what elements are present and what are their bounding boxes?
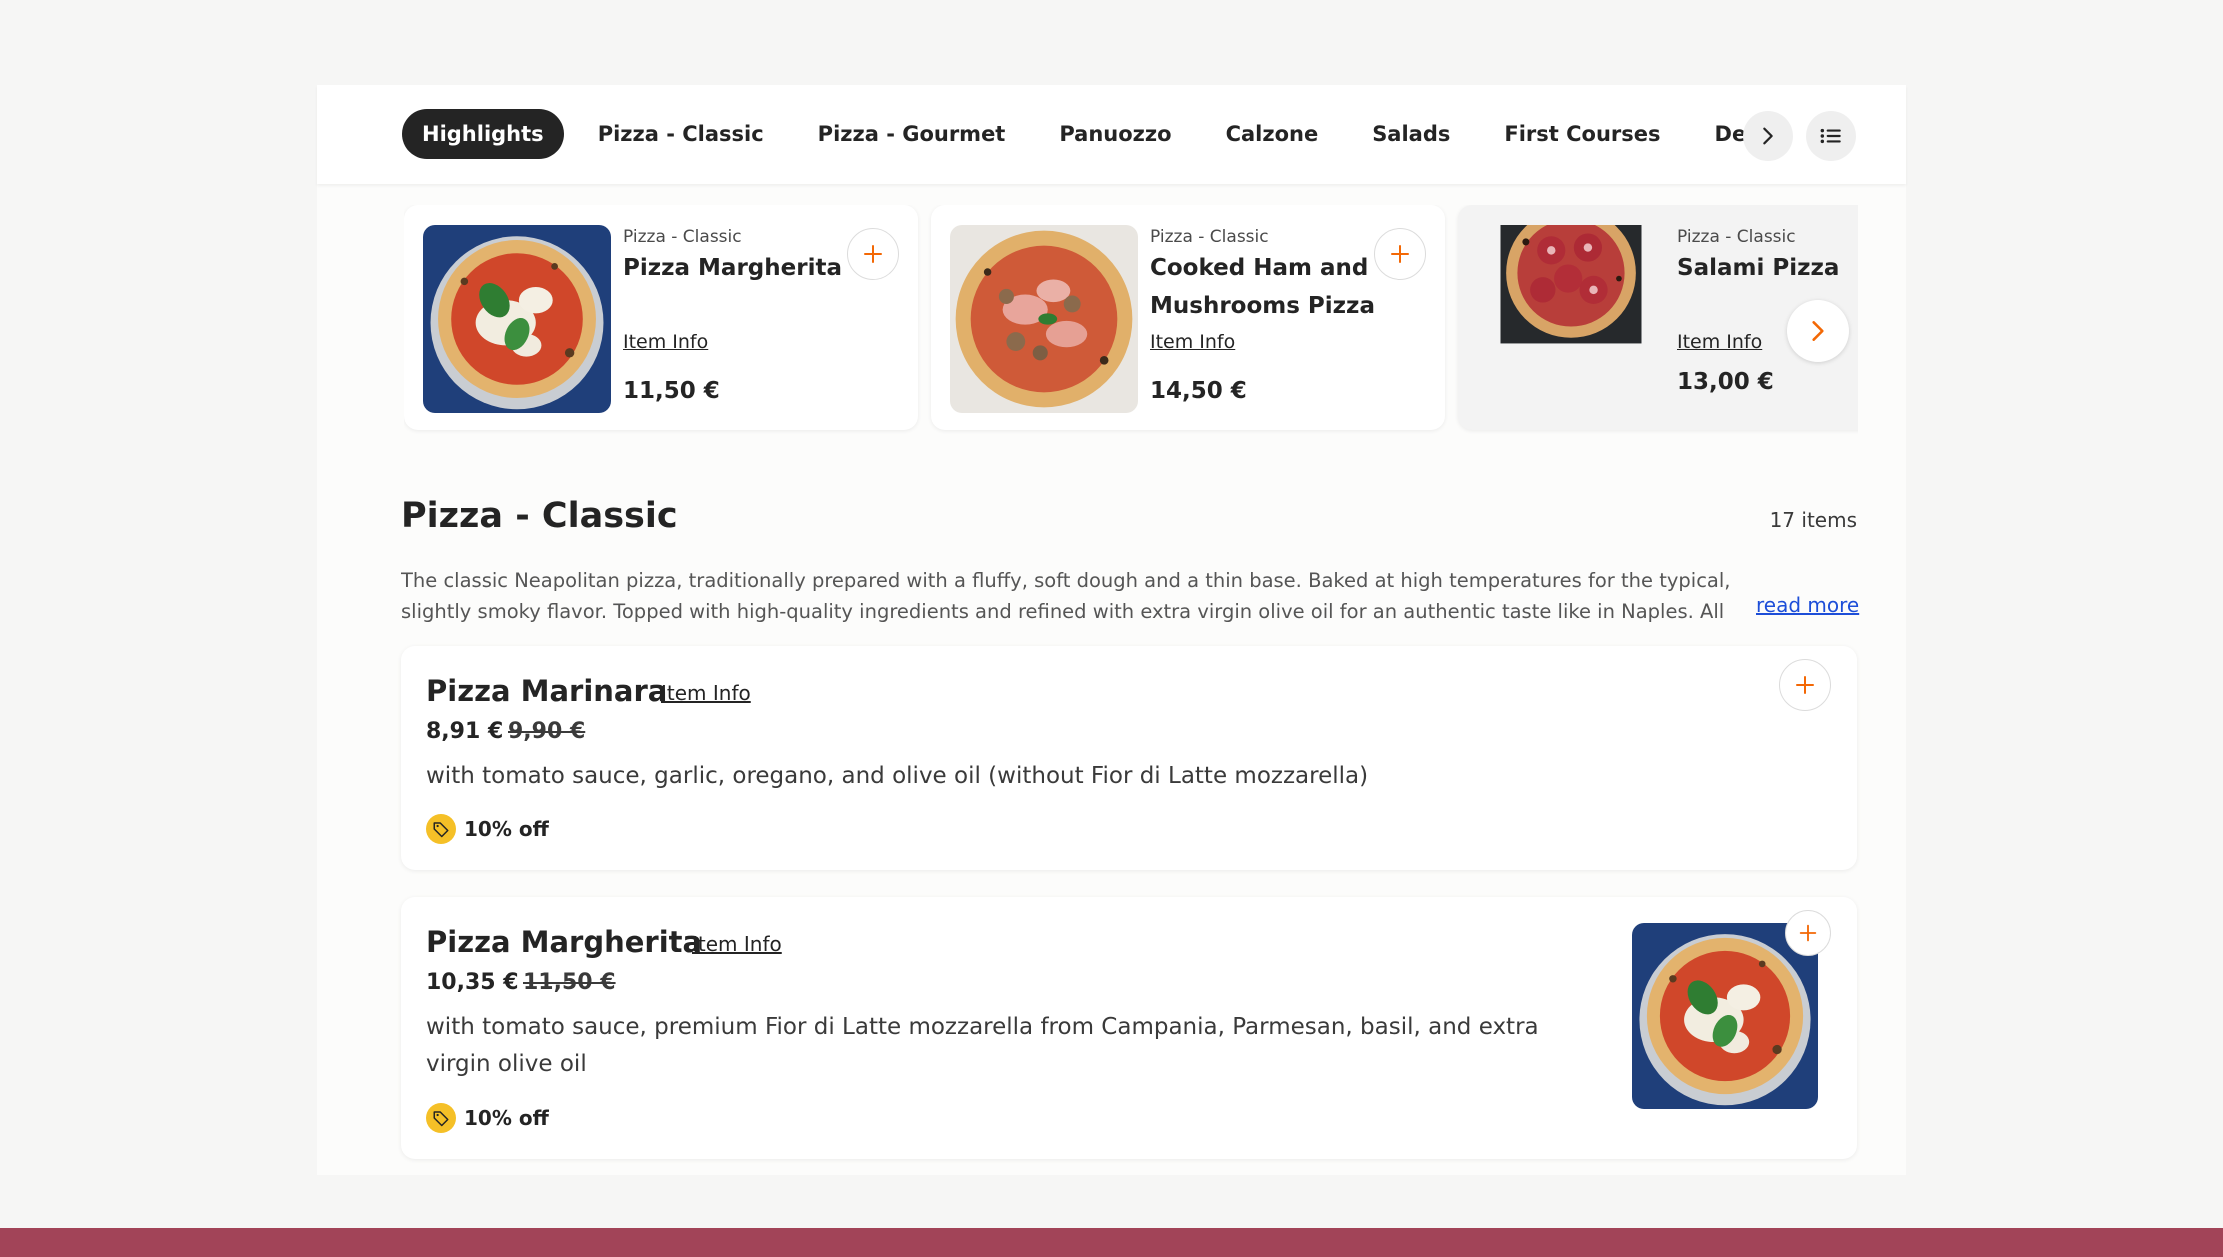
discount-badge: 10% off <box>426 1103 549 1133</box>
highlight-price: 13,00 € <box>1677 369 1774 395</box>
highlight-card[interactable]: Pizza - Classic Cooked Ham and Mushrooms… <box>931 205 1445 430</box>
item-name: Pizza Marinara <box>426 674 668 708</box>
highlight-name: Cooked Ham and Mushrooms Pizza <box>1150 255 1375 319</box>
add-button[interactable] <box>1779 659 1831 711</box>
item-price: 10,35 € <box>426 970 519 995</box>
chevron-right-icon <box>1763 127 1773 145</box>
item-description: with tomato sauce, premium Fior di Latte… <box>426 1014 1539 1077</box>
highlight-price: 11,50 € <box>623 378 720 404</box>
plus-icon <box>1793 673 1817 697</box>
category-list-button[interactable] <box>1806 111 1856 161</box>
discount-label: 10% off <box>464 817 549 841</box>
menu-item-card[interactable]: Pizza Margherita Item Info 10,35 € 11,50… <box>401 897 1857 1159</box>
item-info-link[interactable]: Item Info <box>1150 331 1235 353</box>
tag-icon <box>426 1103 456 1133</box>
highlight-card[interactable]: Pizza - Classic Pizza Margherita Item In… <box>404 205 918 430</box>
discount-badge: 10% off <box>426 814 549 844</box>
section-description: The classic Neapolitan pizza, traditiona… <box>401 569 1731 623</box>
highlight-name: Pizza Margherita <box>623 255 842 281</box>
category-tabs: Highlights Pizza - Classic Pizza - Gourmet… <box>402 108 1752 160</box>
plus-icon <box>861 242 885 266</box>
add-button[interactable] <box>847 228 899 280</box>
highlight-category: Pizza - Classic <box>1677 227 1796 247</box>
item-price: 8,91 € <box>426 719 504 744</box>
read-more-link[interactable]: read more <box>1756 593 1859 617</box>
pizza-ham-image <box>950 225 1138 413</box>
highlight-price: 14,50 € <box>1150 378 1247 404</box>
tab-first-courses[interactable]: First Courses <box>1484 109 1680 159</box>
tab-pizza-gourmet[interactable]: Pizza - Gourmet <box>798 109 1026 159</box>
highlight-name: Salami Pizza <box>1677 255 1840 281</box>
pizza-salami-image <box>1477 225 1665 366</box>
tab-calzone[interactable]: Calzone <box>1206 109 1339 159</box>
item-name: Pizza Margherita <box>426 925 703 959</box>
tab-panuozzo[interactable]: Panuozzo <box>1039 109 1191 159</box>
add-button[interactable] <box>1785 910 1831 956</box>
tag-icon <box>426 814 456 844</box>
footer-band <box>0 1228 2223 1257</box>
highlight-category: Pizza - Classic <box>1150 227 1269 247</box>
list-icon <box>1820 128 1841 144</box>
plus-icon <box>1388 242 1412 266</box>
chevron-right-icon <box>1812 321 1824 341</box>
item-info-link[interactable]: Item Info <box>623 331 708 353</box>
tab-pizza-classic[interactable]: Pizza - Classic <box>578 109 784 159</box>
discount-label: 10% off <box>464 1106 549 1130</box>
pizza-margherita-image <box>1632 923 1818 1109</box>
item-old-price: 11,50 € <box>523 970 616 995</box>
highlight-category: Pizza - Classic <box>623 227 742 247</box>
add-button[interactable] <box>1374 228 1426 280</box>
item-info-link[interactable]: Item Info <box>1677 331 1762 353</box>
item-count: 17 items <box>1769 508 1857 532</box>
highlights-carousel: Pizza - Classic Pizza Margherita Item In… <box>404 205 1858 435</box>
tab-salads[interactable]: Salads <box>1352 109 1470 159</box>
pizza-margherita-image <box>423 225 611 413</box>
item-info-link[interactable]: Item Info <box>692 932 782 956</box>
item-info-link[interactable]: Item Info <box>661 681 751 705</box>
category-next-button[interactable] <box>1743 111 1793 161</box>
carousel-next-button[interactable] <box>1787 300 1849 362</box>
section-title: Pizza - Classic <box>401 496 678 536</box>
tab-highlights[interactable]: Highlights <box>402 109 564 159</box>
plus-icon <box>1797 922 1819 944</box>
item-description: with tomato sauce, garlic, oregano, and … <box>426 763 1369 789</box>
category-nav: Highlights Pizza - Classic Pizza - Gourmet… <box>317 85 1906 184</box>
item-old-price: 9,90 € <box>508 719 586 744</box>
menu-item-card[interactable]: Pizza Marinara Item Info 8,91 € 9,90 € w… <box>401 646 1857 870</box>
